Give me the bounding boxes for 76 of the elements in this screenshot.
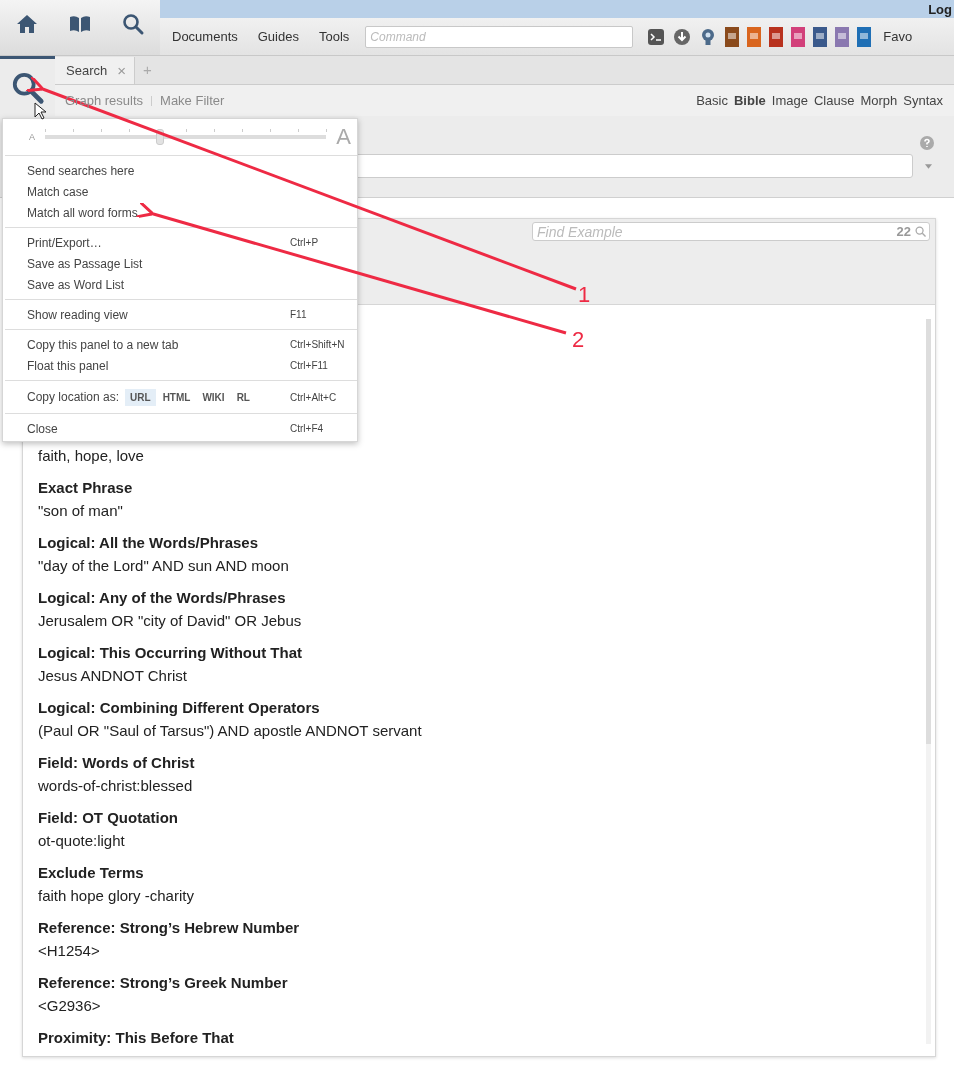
menu-item[interactable]: Send searches here xyxy=(3,160,357,181)
example-query[interactable]: Jerusalem OR "city of David" OR Jebus xyxy=(38,609,926,632)
book-cover-icon[interactable] xyxy=(857,26,872,47)
format-option[interactable]: URL xyxy=(125,388,156,406)
font-size-slider[interactable] xyxy=(45,128,327,146)
format-option[interactable]: WIKI xyxy=(197,388,230,406)
menu-item[interactable]: Show reading view F11 xyxy=(3,304,357,325)
example-query[interactable]: ot-quote:light xyxy=(38,829,926,852)
search-tab[interactable]: Search × xyxy=(55,57,135,84)
mode-tab[interactable]: Morph xyxy=(860,93,898,108)
shortcut-text: Ctrl+F11 xyxy=(290,360,329,371)
large-font-label: A xyxy=(336,124,351,150)
small-font-label: A xyxy=(29,132,35,142)
search-icon[interactable] xyxy=(10,71,45,105)
menu-item[interactable]: Match all word forms xyxy=(3,202,357,223)
shortcut-text: Ctrl+Shift+N xyxy=(290,339,346,350)
mode-tab[interactable]: Image xyxy=(771,93,808,108)
menu-item[interactable]: Tools xyxy=(318,29,350,44)
search-icon[interactable] xyxy=(121,11,146,36)
example-title[interactable]: Reference: Strong’s Hebrew Number xyxy=(38,917,926,939)
example-title[interactable]: Exclude Terms xyxy=(38,862,926,884)
menu-item[interactable]: Close Ctrl+F4 xyxy=(3,418,357,439)
shortcut-text: Ctrl+P xyxy=(290,237,320,248)
example-title[interactable]: Logical: Combining Different Operators xyxy=(38,697,926,719)
copy-location-label: Copy location as: xyxy=(27,390,120,404)
example-query[interactable]: <H1254> xyxy=(38,939,926,962)
menu-item[interactable]: Print/Export… Ctrl+P xyxy=(3,232,357,253)
menu-item[interactable]: Guides xyxy=(257,29,299,44)
menu-item[interactable]: Match case xyxy=(3,181,357,202)
menu-item[interactable]: Float this panel Ctrl+F11 xyxy=(3,355,357,376)
favorites-menu[interactable]: Favo xyxy=(883,29,913,44)
example-query[interactable]: <G2936> xyxy=(38,994,926,1017)
command-field[interactable]: Command xyxy=(365,25,634,48)
example-title[interactable]: Exact Phrase xyxy=(38,477,926,499)
book-cover-icon[interactable] xyxy=(835,26,850,47)
shortcut-text: Ctrl+Alt+C xyxy=(290,391,338,403)
example-query[interactable]: faith hope glory -charity xyxy=(38,884,926,907)
example-title[interactable]: Field: OT Quotation xyxy=(38,807,926,829)
mode-tab[interactable]: Basic xyxy=(696,93,728,108)
example-query[interactable]: words-of-christ:blessed xyxy=(38,774,926,797)
menu-item[interactable]: Save as Word List xyxy=(3,274,357,295)
example-title[interactable]: Reference: Strong’s Greek Number xyxy=(38,972,926,994)
mode-tab[interactable]: Syntax xyxy=(903,93,943,108)
account-link[interactable]: Log xyxy=(928,1,952,17)
book-cover-icon[interactable] xyxy=(725,26,740,47)
format-option[interactable]: HTML xyxy=(157,388,196,406)
search-icon xyxy=(915,226,926,237)
annotation-number: 1 xyxy=(578,282,591,307)
example-query[interactable]: "son of man" xyxy=(38,499,926,522)
shortcut-text: F11 xyxy=(290,309,308,320)
example-title[interactable]: Field: Words of Christ xyxy=(38,752,926,774)
format-option[interactable]: RL xyxy=(231,388,255,406)
example-query[interactable]: Jesus ANDNOT Christ xyxy=(38,664,926,687)
mode-tab[interactable]: Clause xyxy=(813,93,855,108)
annotation-number: 2 xyxy=(572,327,585,352)
book-cover-icon[interactable] xyxy=(769,26,784,47)
shortcut-text: Ctrl+F4 xyxy=(290,423,325,434)
example-title[interactable]: Logical: All the Words/Phrases xyxy=(38,532,926,554)
menu-item[interactable]: Save as Passage List xyxy=(3,253,357,274)
menu-item[interactable]: Documents xyxy=(172,29,238,44)
scrollbar[interactable] xyxy=(926,319,931,1044)
mode-tab[interactable]: Bible xyxy=(734,93,766,108)
book-cover-icon[interactable] xyxy=(747,26,762,47)
book-cover-icon[interactable] xyxy=(813,26,828,47)
download-icon[interactable] xyxy=(673,27,692,46)
example-title[interactable]: Logical: Any of the Words/Phrases xyxy=(38,587,926,609)
example-query[interactable]: faith, hope, love xyxy=(38,444,926,467)
example-query[interactable]: (Paul OR "Saul of Tarsus") AND apostle ANDNOT servant xyxy=(38,719,926,742)
result-count: 22 xyxy=(896,224,911,239)
example-query[interactable]: "day of the Lord" AND sun AND moon xyxy=(38,554,926,577)
book-cover-icon[interactable] xyxy=(791,26,806,47)
terminal-icon[interactable] xyxy=(647,27,666,46)
example-title[interactable]: Logical: This Occurring Without That xyxy=(38,642,926,664)
slider-thumb[interactable] xyxy=(156,129,165,145)
menu-item[interactable]: Copy this panel to a new tab Ctrl+Shift+N xyxy=(3,334,357,355)
example-title[interactable]: Proximity: This Before That xyxy=(38,1027,926,1049)
